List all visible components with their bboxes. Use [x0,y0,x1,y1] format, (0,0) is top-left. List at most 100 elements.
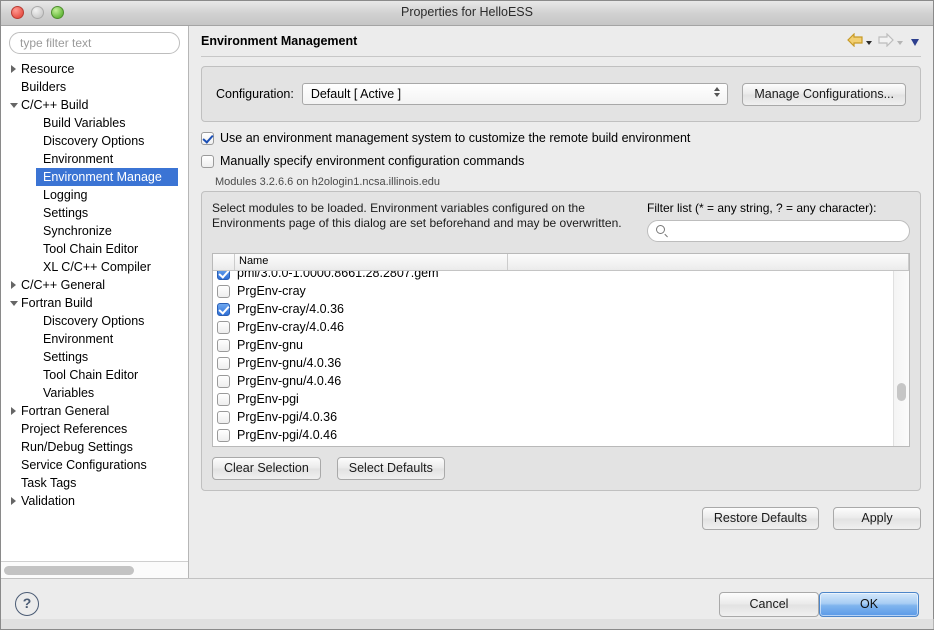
sidebar-item-project-references[interactable]: Project References [1,420,188,438]
sidebar-item-discovery-options[interactable]: Discovery Options [1,312,188,330]
table-row[interactable]: PrgEnv-pgi/4.0.46 [213,426,909,444]
sidebar-item-label: Service Configurations [20,456,147,474]
ok-button[interactable]: OK [819,592,919,617]
module-checkbox[interactable] [217,375,230,388]
cancel-button[interactable]: Cancel [719,592,819,617]
table-row[interactable]: rca [213,444,909,446]
window-title: Properties for HelloESS [1,5,933,19]
twisty-closed-icon[interactable] [7,281,20,289]
module-checkbox[interactable] [217,411,230,424]
table-row[interactable]: PrgEnv-pgi/4.0.36 [213,408,909,426]
settings-page: Environment Management [189,26,933,578]
sidebar-item-label: Synchronize [42,222,112,240]
modules-filter-input[interactable] [647,220,910,242]
twisty-closed-icon[interactable] [7,407,20,415]
use-env-management-checkbox-row[interactable]: Use an environment management system to … [201,131,921,145]
scrollbar-thumb[interactable] [897,383,906,401]
module-checkbox[interactable] [217,429,230,442]
forward-menu-chevron-icon [897,41,903,45]
module-name: PrgEnv-pgi/4.0.46 [237,428,337,442]
sidebar-item-tool-chain-editor[interactable]: Tool Chain Editor [1,240,188,258]
manual-commands-checkbox[interactable] [201,155,214,168]
column-header-extra[interactable] [508,254,909,270]
back-menu-chevron-icon[interactable] [866,41,872,45]
sidebar-item-c-c-build[interactable]: C/C++ Build [1,96,188,114]
sidebar-selection-highlight: Environment Manage [36,168,178,186]
sidebar-item-label: Logging [42,186,88,204]
sidebar-item-logging[interactable]: Logging [1,186,188,204]
sidebar-item-environment-manage[interactable]: Environment Manage [1,168,188,186]
search-icon [656,225,665,234]
twisty-closed-icon[interactable] [7,65,20,73]
module-checkbox[interactable] [217,393,230,406]
modules-table-body: pmi/3.0.0-1.0000.8661.28.2807.gem PrgEnv-… [213,271,909,446]
sidebar-item-fortran-build[interactable]: Fortran Build [1,294,188,312]
table-row[interactable]: PrgEnv-cray/4.0.36 [213,300,909,318]
twisty-open-icon[interactable] [7,301,20,306]
sidebar-item-run-debug-settings[interactable]: Run/Debug Settings [1,438,188,456]
table-row[interactable]: PrgEnv-cray [213,282,909,300]
modules-group: Select modules to be loaded. Environment… [201,191,921,491]
sidebar-item-resource[interactable]: Resource [1,60,188,78]
module-checkbox[interactable] [217,357,230,370]
sidebar-item-service-configurations[interactable]: Service Configurations [1,456,188,474]
table-row[interactable]: PrgEnv-cray/4.0.46 [213,318,909,336]
sidebar-item-label: XL C/C++ Compiler [42,258,151,276]
module-checkbox[interactable] [217,285,230,298]
module-name: PrgEnv-cray [237,284,306,298]
modules-top-row: Select modules to be loaded. Environment… [212,201,910,242]
sidebar-item-environment[interactable]: Environment [1,330,188,348]
column-header-name[interactable]: Name [235,254,508,270]
sidebar-horizontal-scrollbar[interactable] [1,561,188,578]
sidebar-item-label: Environment [42,330,113,348]
modules-vertical-scrollbar[interactable] [893,271,909,446]
help-icon[interactable]: ? [15,592,39,616]
search-input[interactable] [9,32,180,54]
sidebar-item-synchronize[interactable]: Synchronize [1,222,188,240]
back-arrow-icon[interactable] [847,33,863,50]
twisty-closed-icon[interactable] [7,497,20,505]
module-name: PrgEnv-gnu/4.0.46 [237,374,341,388]
twisty-open-icon[interactable] [7,103,20,108]
sidebar-item-task-tags[interactable]: Task Tags [1,474,188,492]
sidebar-item-label: Run/Debug Settings [20,438,133,456]
table-row[interactable]: pmi/3.0.0-1.0000.8661.28.2807.gem [213,271,909,282]
manual-commands-checkbox-row[interactable]: Manually specify environment configurati… [201,154,921,168]
restore-defaults-button[interactable]: Restore Defaults [702,507,819,530]
sidebar-item-settings[interactable]: Settings [1,204,188,222]
configuration-value: Default [ Active ] [311,87,401,101]
module-name: pmi/3.0.0-1.0000.8661.28.2807.gem [237,271,439,280]
sidebar-item-environment[interactable]: Environment [1,150,188,168]
table-row[interactable]: PrgEnv-gnu/4.0.36 [213,354,909,372]
forward-arrow-icon [878,33,894,50]
sidebar-item-fortran-general[interactable]: Fortran General [1,402,188,420]
sidebar-item-tool-chain-editor[interactable]: Tool Chain Editor [1,366,188,384]
sidebar-item-build-variables[interactable]: Build Variables [1,114,188,132]
select-defaults-button[interactable]: Select Defaults [337,457,445,480]
table-row[interactable]: PrgEnv-gnu [213,336,909,354]
configuration-select[interactable]: Default [ Active ] [302,83,729,105]
sidebar-item-validation[interactable]: Validation [1,492,188,510]
module-checkbox[interactable] [217,339,230,352]
page-nav-buttons [847,33,921,50]
sidebar-item-settings[interactable]: Settings [1,348,188,366]
sidebar-item-variables[interactable]: Variables [1,384,188,402]
module-checkbox[interactable] [217,271,230,280]
module-checkbox[interactable] [217,303,230,316]
manage-configurations-button[interactable]: Manage Configurations... [742,83,906,106]
chevron-down-icon[interactable] [911,39,919,46]
sidebar-item-xl-c-c-compiler[interactable]: XL C/C++ Compiler [1,258,188,276]
sidebar-item-c-c-general[interactable]: C/C++ General [1,276,188,294]
use-env-management-checkbox[interactable] [201,132,214,145]
column-header-check[interactable] [213,254,235,270]
sidebar-item-builders[interactable]: Builders [1,78,188,96]
scrollbar-thumb[interactable] [4,566,134,575]
sidebar-item-discovery-options[interactable]: Discovery Options [1,132,188,150]
clear-selection-button[interactable]: Clear Selection [212,457,321,480]
apply-button[interactable]: Apply [833,507,921,530]
sidebar-item-label: Variables [42,384,94,402]
module-checkbox[interactable] [217,321,230,334]
table-row[interactable]: PrgEnv-gnu/4.0.46 [213,372,909,390]
stepper-arrows-icon [714,87,720,97]
table-row[interactable]: PrgEnv-pgi [213,390,909,408]
